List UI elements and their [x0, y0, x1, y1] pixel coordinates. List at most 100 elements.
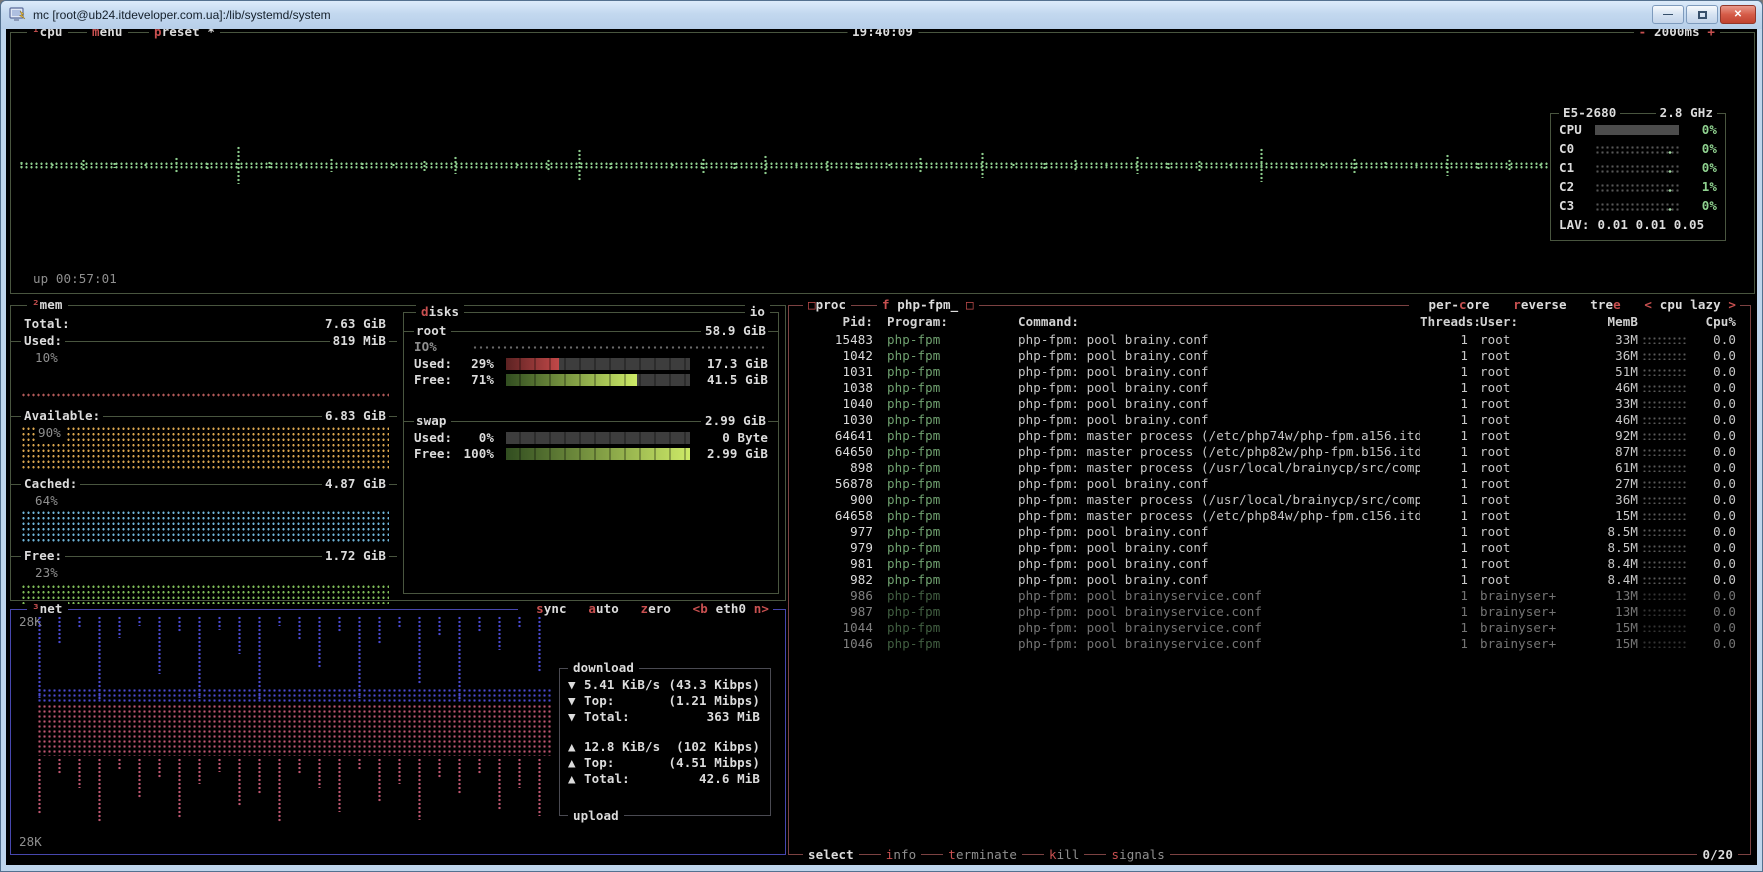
- proc-filter-clear-button[interactable]: □: [966, 297, 974, 312]
- mem-total-row: Total: 7.63 GiB: [21, 316, 389, 332]
- sort-next-button[interactable]: >: [1728, 297, 1736, 312]
- disk-swap-free-bar: [506, 448, 690, 460]
- sort-prev-button[interactable]: <: [1644, 297, 1652, 312]
- download-total-row: ▼ Total: 363 MiB: [568, 709, 760, 725]
- core2-meter: [1595, 182, 1679, 192]
- interval-increase-button[interactable]: +: [1707, 29, 1715, 39]
- core2-meter-row: C2 1%: [1559, 177, 1717, 196]
- window-title: mc [root@ub24.itdeveloper.com.ua]:/lib/s…: [33, 8, 331, 22]
- mem-free-row: Free: 1.72 GiB: [21, 548, 389, 564]
- title-bar[interactable]: mc [root@ub24.itdeveloper.com.ua]:/lib/s…: [1, 1, 1762, 29]
- download-graph-band: [37, 688, 552, 702]
- disk-root-used-bar: [506, 358, 690, 370]
- down-arrow-icon: ▼: [568, 677, 584, 693]
- net-next-interface-button[interactable]: n>: [754, 601, 769, 616]
- column-mem[interactable]: MemB: [1580, 314, 1638, 330]
- preset-button[interactable]: preset *: [149, 29, 220, 40]
- signals-action[interactable]: signals: [1106, 847, 1169, 863]
- disks-io-toggle[interactable]: io: [745, 304, 770, 320]
- net-sync-button[interactable]: sync: [536, 601, 567, 616]
- mem-cached-graph: [21, 510, 389, 544]
- mem-free-graph: [21, 584, 389, 604]
- kill-action[interactable]: kill: [1044, 847, 1085, 863]
- process-row[interactable]: 56878 php-fpm php-fpm: pool brainy.conf …: [793, 476, 1748, 492]
- select-action[interactable]: select: [803, 847, 859, 863]
- mem-history-graph: [1642, 384, 1686, 392]
- process-row[interactable]: 898 php-fpm php-fpm: master process (/us…: [793, 460, 1748, 476]
- process-row[interactable]: 64650 php-fpm php-fpm: master process (/…: [793, 444, 1748, 460]
- disk-swap-free-row: Free: 100% 2.99 GiB: [414, 446, 768, 462]
- process-row[interactable]: 981 php-fpm php-fpm: pool brainy.conf 1 …: [793, 556, 1748, 572]
- process-row[interactable]: 977 php-fpm php-fpm: pool brainy.conf 1 …: [793, 524, 1748, 540]
- mem-box: ²mem Total: 7.63 GiB Used: 819 MiB 10% A…: [10, 305, 786, 601]
- terminate-action[interactable]: terminate: [943, 847, 1022, 863]
- column-threads[interactable]: Threads:: [1420, 314, 1468, 330]
- column-command[interactable]: Command:: [1008, 314, 1420, 330]
- process-row[interactable]: 64641 php-fpm php-fpm: master process (/…: [793, 428, 1748, 444]
- maximize-icon: [1698, 11, 1707, 19]
- process-row[interactable]: 900 php-fpm php-fpm: master process (/us…: [793, 492, 1748, 508]
- upload-label: upload: [568, 808, 624, 824]
- cpu-box: ¹cpu menu preset * 19:40:09 - 2000ms + E…: [10, 32, 1755, 294]
- up-arrow-icon: ▲: [568, 739, 584, 755]
- process-row[interactable]: 1031 php-fpm php-fpm: pool brainy.conf 1…: [793, 364, 1748, 380]
- mem-used-percent: 10%: [35, 350, 58, 366]
- disk-root-free-bar: [506, 374, 690, 386]
- process-row[interactable]: 15483 php-fpm php-fpm: pool brainy.conf …: [793, 332, 1748, 348]
- net-zero-button[interactable]: zero: [641, 601, 672, 616]
- tree-button[interactable]: tree: [1590, 297, 1621, 312]
- process-row[interactable]: 1046 php-fpm php-fpm: pool brainyservice…: [793, 636, 1748, 652]
- column-pid[interactable]: Pid:: [793, 314, 873, 330]
- mem-cached-row: Cached: 4.87 GiB: [21, 476, 389, 492]
- down-arrow-icon: ▼: [568, 693, 584, 709]
- interval-decrease-button[interactable]: -: [1639, 29, 1647, 39]
- process-row[interactable]: 1038 php-fpm php-fpm: pool brainy.conf 1…: [793, 380, 1748, 396]
- upload-graph-band: [37, 704, 552, 756]
- download-speed-row: ▼ 5.41 KiB/s (43.3 Kibps): [568, 677, 760, 693]
- process-row[interactable]: 1044 php-fpm php-fpm: pool brainyservice…: [793, 620, 1748, 636]
- process-row[interactable]: 64658 php-fpm php-fpm: master process (/…: [793, 508, 1748, 524]
- maximize-button[interactable]: [1686, 5, 1718, 24]
- process-row[interactable]: 1042 php-fpm php-fpm: pool brainy.conf 1…: [793, 348, 1748, 364]
- process-row[interactable]: 982 php-fpm php-fpm: pool brainy.conf 1 …: [793, 572, 1748, 588]
- column-program[interactable]: Program:: [873, 314, 1008, 330]
- per-core-button[interactable]: per-core: [1429, 297, 1490, 312]
- column-cpu[interactable]: Cpu%: [1690, 314, 1736, 330]
- core1-meter-row: C1 0%: [1559, 158, 1717, 177]
- process-row[interactable]: 979 php-fpm php-fpm: pool brainy.conf 1 …: [793, 540, 1748, 556]
- process-row[interactable]: 987 php-fpm php-fpm: pool brainyservice.…: [793, 604, 1748, 620]
- column-user[interactable]: User:: [1468, 314, 1580, 330]
- upload-graph: [37, 758, 552, 828]
- process-row[interactable]: 986 php-fpm php-fpm: pool brainyservice.…: [793, 588, 1748, 604]
- process-row[interactable]: 1040 php-fpm php-fpm: pool brainy.conf 1…: [793, 396, 1748, 412]
- info-action[interactable]: info: [881, 847, 922, 863]
- minimize-button[interactable]: —: [1652, 5, 1684, 24]
- net-prev-interface-button[interactable]: <b: [693, 601, 708, 616]
- disks-box-title[interactable]: disks: [416, 304, 464, 320]
- process-list: 15483 php-fpm php-fpm: pool brainy.conf …: [793, 332, 1748, 652]
- mem-history-graph: [1642, 416, 1686, 424]
- cpu-usage-graph: [19, 143, 1555, 187]
- disk-swap-row: swap 2.99 GiB: [414, 413, 768, 429]
- mem-history-graph: [1642, 608, 1686, 616]
- proc-controls: per-core reverse tree < cpu lazy >: [1409, 297, 1740, 313]
- cpu-box-title[interactable]: ¹cpu: [27, 29, 68, 40]
- reverse-button[interactable]: reverse: [1513, 297, 1566, 312]
- close-button[interactable]: ✕: [1720, 5, 1756, 24]
- mem-available-row: Available: 6.83 GiB: [21, 408, 389, 424]
- cpu-model: E5-2680: [1559, 105, 1620, 121]
- proc-filter-input[interactable]: f php-fpm_ □: [877, 297, 979, 313]
- mem-history-graph: [1642, 448, 1686, 456]
- net-graph: [37, 616, 552, 846]
- minimize-icon: —: [1663, 9, 1673, 20]
- core0-meter-row: C0 0%: [1559, 139, 1717, 158]
- sort-field: cpu lazy: [1660, 297, 1721, 312]
- mem-box-title[interactable]: ²mem: [27, 297, 68, 313]
- proc-box-title[interactable]: □proc: [803, 297, 851, 313]
- upload-top-row: ▲ Top: (4.51 Mibps): [568, 755, 760, 771]
- process-row[interactable]: 1030 php-fpm php-fpm: pool brainy.conf 1…: [793, 412, 1748, 428]
- menu-button[interactable]: menu: [87, 29, 128, 40]
- mem-used-graph: [21, 392, 389, 398]
- disk-root-used-row: Used: 29% 17.3 GiB: [414, 356, 768, 372]
- net-auto-button[interactable]: auto: [588, 601, 619, 616]
